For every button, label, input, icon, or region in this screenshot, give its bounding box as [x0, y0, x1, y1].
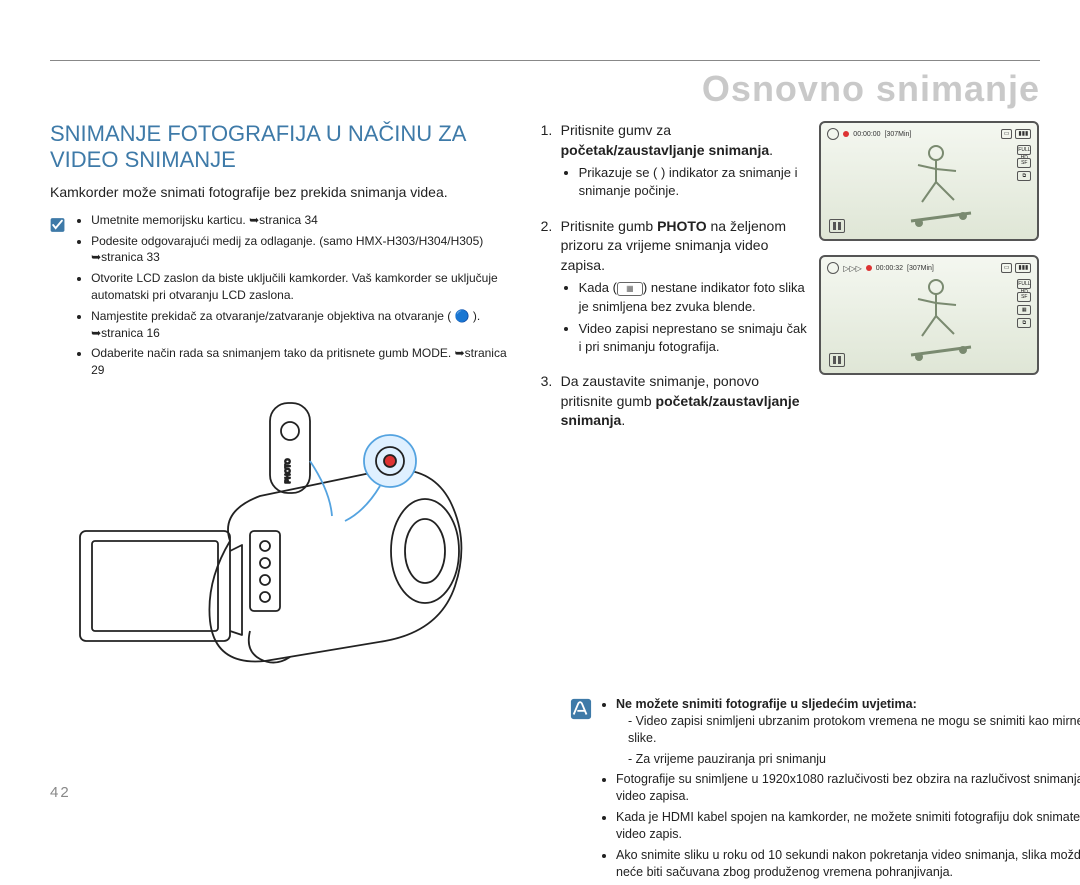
page-number: 42	[50, 784, 71, 801]
pause-icon	[829, 219, 845, 233]
step-bold: početak/zaustavljanje snimanja	[561, 142, 770, 158]
lcd-topbar: 00:00:00 [307Min] ▭ ▮▮▮	[827, 127, 1031, 141]
card-icon: ▭	[1001, 263, 1013, 273]
photo-capture-icon: ▦	[1017, 305, 1031, 315]
rec-dot-icon	[866, 265, 872, 271]
timer: 00:00:32	[876, 265, 903, 272]
step-text: .	[769, 142, 773, 158]
battery-icon: ▮▮▮	[1015, 129, 1031, 139]
step-sub: Kada (▦) nestane indikator foto slika je…	[561, 279, 810, 356]
svg-text:PHOTO: PHOTO	[285, 458, 292, 483]
check-icon	[50, 214, 65, 236]
skateboarder-graphic	[881, 141, 991, 231]
step-sub-item: Video zapisi neprestano se snimaju čak i…	[579, 320, 810, 356]
prereq-block: Umetnite memorijsku karticu. ➥stranica 3…	[50, 212, 511, 383]
prereq-item: Podesite odgovarajući medij za odlaganje…	[91, 233, 511, 267]
chapter-ghost-title: Osnovno snimanje	[702, 68, 1040, 110]
camcorder-illustration: PHOTO	[50, 401, 511, 706]
step-number: 1.	[541, 121, 561, 205]
remain: [307Min]	[907, 265, 934, 272]
lcd-topbar: ▷▷▷ 00:00:32 [307Min] ▭ ▮▮▮	[827, 261, 1031, 275]
record-mode-icon	[827, 262, 839, 274]
remain: [307Min]	[885, 131, 912, 138]
zoom-icon: ⧉	[1017, 171, 1031, 181]
battery-icon: ▮▮▮	[1015, 263, 1031, 273]
step-body: Pritisnite gumv za početak/zaustavljanje…	[561, 121, 810, 205]
fullhd-icon: FULL HD	[1017, 145, 1031, 155]
photo-flash-icon: ▷▷▷	[843, 264, 861, 273]
lcd-preview-2: ▷▷▷ 00:00:32 [307Min] ▭ ▮▮▮ FULL HD SF ▦…	[819, 255, 1039, 375]
step-number: 2.	[541, 217, 561, 361]
prereq-item: Odaberite način rada sa snimanjem tako d…	[91, 345, 511, 379]
step-bold: PHOTO	[657, 218, 707, 234]
thumbnail-column: 00:00:00 [307Min] ▭ ▮▮▮ FULL HD SF ⧉	[809, 121, 1040, 706]
step-text: Pritisnite gumv za	[561, 122, 671, 138]
timer: 00:00:00	[853, 131, 880, 138]
top-rule	[50, 60, 1040, 61]
step-body: Da zaustavite snimanje, ponovo pritisnit…	[561, 372, 810, 431]
prereq-list: Umetnite memorijsku karticu. ➥stranica 3…	[73, 212, 511, 383]
step-body: Pritisnite gumb PHOTO na željenom prizor…	[561, 217, 810, 361]
section-title: SNIMANJE FOTOGRAFIJA U NAČINU ZA VIDEO S…	[50, 121, 511, 174]
prereq-item: Umetnite memorijsku karticu. ➥stranica 3…	[91, 212, 511, 229]
sub-pre: Kada (	[579, 280, 617, 295]
notes-content: Ne možete snimiti fotografije u sljedeći…	[600, 696, 1080, 885]
prereq-item: Otvorite LCD zaslon da biste uključili k…	[91, 270, 511, 304]
step-text: .	[621, 412, 625, 428]
notes-dash-list: Video zapisi snimljeni ubrzanim protokom…	[616, 713, 1080, 768]
rec-dot-icon	[843, 131, 849, 137]
card-icon: ▭	[1001, 129, 1013, 139]
step: 1. Pritisnite gumv za početak/zaustavlja…	[541, 121, 810, 205]
right-column: 1. Pritisnite gumv za početak/zaustavlja…	[531, 121, 810, 706]
note-icon	[570, 698, 592, 720]
skateboarder-graphic	[881, 275, 991, 365]
step-sub-item: Kada (▦) nestane indikator foto slika je…	[579, 279, 810, 315]
step-sub-item: Prikazuje se ( ) indikator za snimanje i…	[579, 164, 810, 200]
notes-bullet: Kada je HDMI kabel spojen na kamkorder, …	[616, 809, 1080, 843]
fullhd-icon: FULL HD	[1017, 279, 1031, 289]
sf-icon-2: SF	[1017, 292, 1031, 302]
record-mode-icon	[827, 128, 839, 140]
step-sub: Prikazuje se ( ) indikator za snimanje i…	[561, 164, 810, 200]
sf-icon: SF	[1017, 158, 1031, 168]
lcd-side-icons: FULL HD SF ▦ ⧉	[1017, 279, 1031, 328]
notes-block: Ne možete snimiti fotografije u sljedeći…	[570, 696, 1080, 885]
photo-indicator-icon: ▦	[617, 282, 643, 296]
page: Osnovno snimanje SNIMANJE FOTOGRAFIJA U …	[0, 0, 1080, 827]
intro-text: Kamkorder može snimati fotografije bez p…	[50, 184, 511, 200]
notes-bullet: Ako snimite sliku u roku od 10 sekundi n…	[616, 847, 1080, 881]
content-columns: SNIMANJE FOTOGRAFIJA U NAČINU ZA VIDEO S…	[50, 121, 1040, 706]
pause-icon	[829, 353, 845, 367]
notes-dash-item: Video zapisi snimljeni ubrzanim protokom…	[628, 713, 1080, 747]
lcd-preview-1: 00:00:00 [307Min] ▭ ▮▮▮ FULL HD SF ⧉	[819, 121, 1039, 241]
notes-dash-item: Za vrijeme pauziranja pri snimanju	[628, 751, 1080, 768]
steps-list: 1. Pritisnite gumv za početak/zaustavlja…	[541, 121, 810, 431]
step-text: Pritisnite gumb	[561, 218, 657, 234]
notes-heading: Ne možete snimiti fotografije u sljedeći…	[616, 696, 1080, 768]
left-column: SNIMANJE FOTOGRAFIJA U NAČINU ZA VIDEO S…	[50, 121, 531, 706]
step-number: 3.	[541, 372, 561, 431]
lcd-side-icons: FULL HD SF ⧉	[1017, 145, 1031, 181]
zoom-icon: ⧉	[1017, 318, 1031, 328]
prereq-item: Namjestite prekidač za otvaranje/zatvara…	[91, 308, 511, 342]
notes-bullet: Fotografije su snimljene u 1920x1080 raz…	[616, 771, 1080, 805]
step: 3. Da zaustavite snimanje, ponovo pritis…	[541, 372, 810, 431]
step: 2. Pritisnite gumb PHOTO na željenom pri…	[541, 217, 810, 361]
